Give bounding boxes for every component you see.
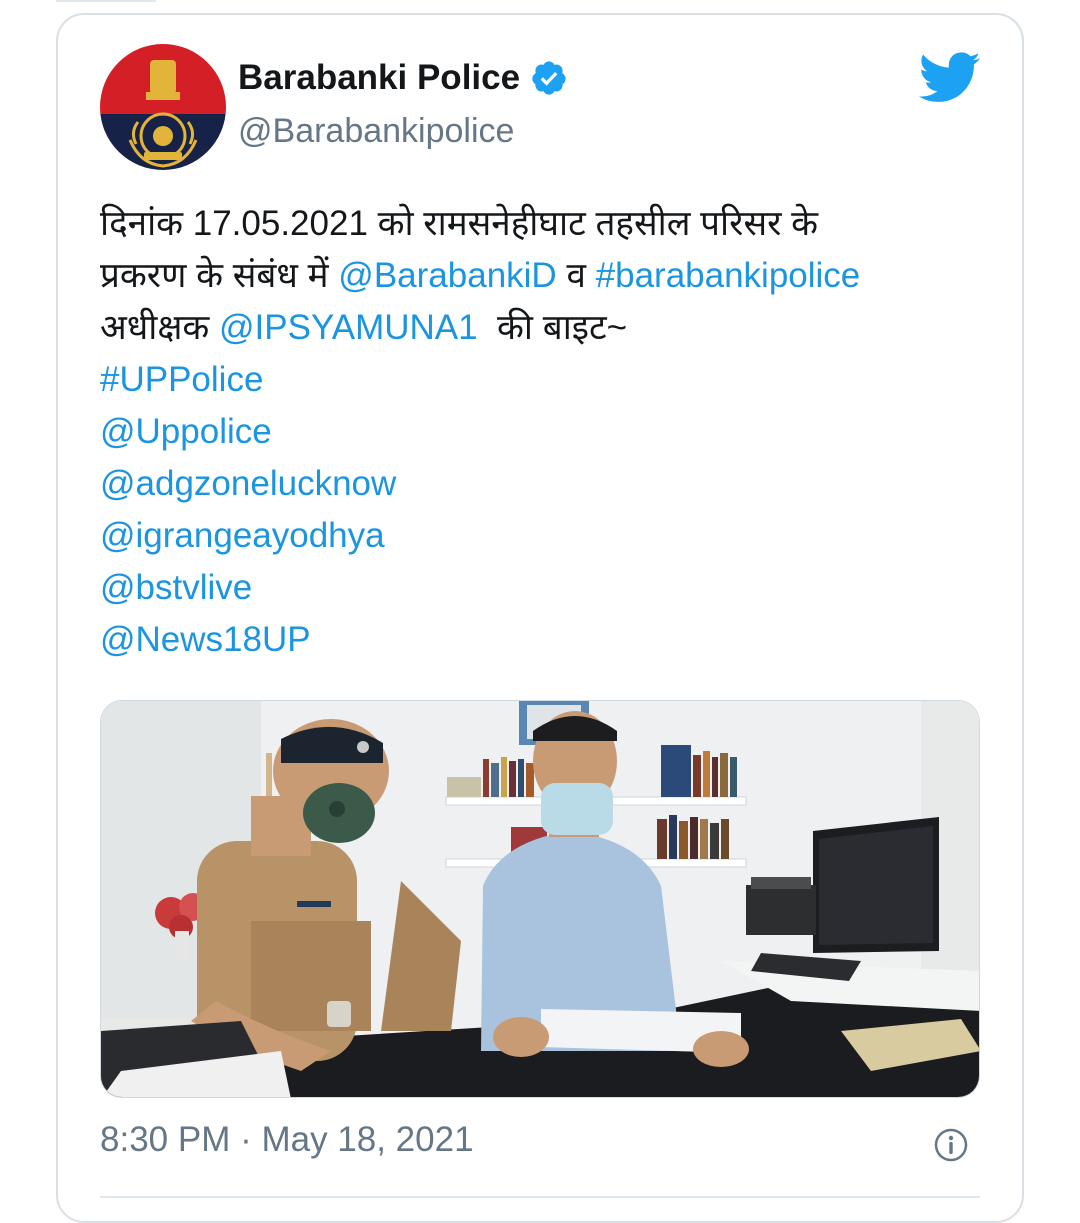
tweet-text-segment: अधीक्षक [100, 308, 220, 347]
mention-link[interactable]: @Uppolice [100, 406, 980, 458]
verified-badge-icon [532, 61, 566, 95]
profile-avatar[interactable] [100, 44, 226, 170]
footer-divider [100, 1196, 980, 1198]
tweet-line-1: दिनांक 17.05.2021 को रामसनेहीघाट तहसील प… [100, 204, 819, 243]
mention-link[interactable]: @bstvlive [100, 562, 980, 614]
tweet-text-segment: व [556, 256, 596, 295]
mention-link[interactable]: @igrangeayodhya [100, 510, 980, 562]
twitter-bird-icon[interactable] [918, 52, 982, 104]
mention-link[interactable]: @IPSYAMUNA1 [219, 308, 478, 347]
tweet-text: दिनांक 17.05.2021 को रामसनेहीघाट तहसील प… [100, 198, 980, 666]
tweet-line-3: अधीक्षक @IPSYAMUNA1 की बाइट~ [100, 302, 980, 354]
account-name-text: Barabanki Police [238, 58, 521, 97]
top-edge-line [56, 0, 156, 2]
mention-link[interactable]: @adgzonelucknow [100, 458, 980, 510]
info-icon[interactable] [934, 1128, 968, 1162]
hashtag-link[interactable]: #UPPolice [100, 354, 980, 406]
tweet-text-segment: प्रकरण के संबंध में [100, 256, 339, 295]
tweet-media-video[interactable] [100, 700, 980, 1098]
tweet-timestamp[interactable]: 8:30 PM · May 18, 2021 [100, 1120, 474, 1160]
account-name[interactable]: Barabanki Police [238, 58, 568, 98]
mention-link[interactable]: @BarabankiD [338, 256, 556, 295]
tweet-line-2: प्रकरण के संबंध में @BarabankiD व #barab… [100, 250, 980, 302]
video-thumbnail [101, 701, 979, 1097]
tweet-text-segment: की बाइट~ [477, 308, 628, 347]
mention-link[interactable]: @News18UP [100, 614, 980, 666]
account-handle[interactable]: @Barabankipolice [238, 112, 514, 151]
hashtag-link[interactable]: #barabankipolice [596, 256, 861, 295]
